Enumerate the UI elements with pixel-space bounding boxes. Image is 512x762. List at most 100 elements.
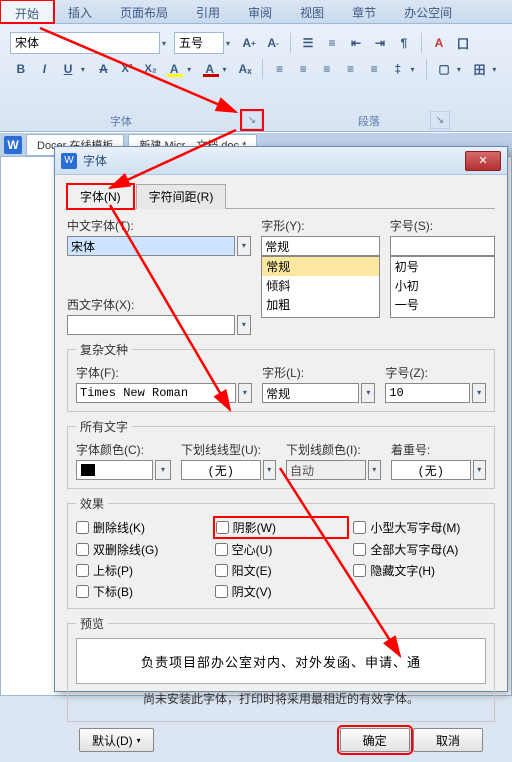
chevron-down-icon[interactable]: ▾ — [361, 383, 375, 403]
underline-combo[interactable] — [181, 460, 261, 480]
chevron-down-icon[interactable]: ▾ — [492, 65, 502, 74]
dialog-titlebar[interactable]: W 字体 ✕ — [55, 147, 507, 175]
west-font-combo[interactable] — [67, 315, 235, 335]
cancel-button[interactable]: 取消 — [413, 728, 483, 752]
align-justify-button[interactable]: ≡ — [340, 58, 362, 80]
color-label: 字体颜色(C): — [76, 441, 171, 458]
chk-shadow[interactable]: 阴影(W) — [215, 518, 348, 537]
word-icon: W — [61, 153, 77, 169]
line-spacing-button[interactable]: ‡ — [387, 58, 409, 80]
chevron-down-icon[interactable]: ▾ — [155, 460, 171, 480]
para-dialog-launcher[interactable]: ↘ — [430, 111, 450, 129]
align-dist-button[interactable]: ≡ — [363, 58, 385, 80]
complex-legend: 复杂文种 — [76, 341, 132, 358]
chevron-down-icon[interactable]: ▾ — [473, 460, 487, 480]
ok-button[interactable]: 确定 — [340, 728, 410, 752]
tab-insert[interactable]: 插入 — [54, 0, 106, 23]
cn-font-combo[interactable] — [67, 236, 235, 256]
super-button[interactable]: X² — [116, 58, 138, 80]
dlg-tab-font[interactable]: 字体(N) — [67, 184, 134, 209]
dialog-title: 字体 — [83, 152, 465, 169]
tab-review[interactable]: 审阅 — [234, 0, 286, 23]
chevron-down-icon[interactable]: ▾ — [162, 39, 172, 48]
chevron-down-icon[interactable]: ▾ — [237, 236, 252, 256]
default-button[interactable]: 默认(D)▾ — [79, 728, 154, 752]
tab-view[interactable]: 视图 — [286, 0, 338, 23]
tab-office[interactable]: 办公空间 — [390, 0, 466, 23]
tab-layout[interactable]: 页面布局 — [106, 0, 182, 23]
align-left-button[interactable]: ≡ — [269, 58, 291, 80]
chevron-down-icon[interactable]: ▾ — [226, 39, 236, 48]
preview-legend: 预览 — [76, 615, 108, 632]
emphasis-label: 着重号: — [391, 441, 486, 458]
align-center-button[interactable]: ≡ — [292, 58, 314, 80]
chevron-down-icon[interactable]: ▾ — [411, 65, 421, 74]
style-b-button[interactable]: 囗 — [452, 32, 474, 54]
indent-dec-button[interactable]: ⇤ — [345, 32, 367, 54]
chevron-down-icon[interactable]: ▾ — [457, 65, 467, 74]
bullets-button[interactable]: ☰ — [297, 32, 319, 54]
style-a-button[interactable]: A — [428, 32, 450, 54]
chevron-down-icon[interactable]: ▾ — [472, 383, 486, 403]
close-button[interactable]: ✕ — [465, 151, 501, 171]
chk-emboss[interactable]: 阳文(E) — [215, 562, 348, 579]
style-list[interactable]: 常规 倾斜 加粗 — [261, 256, 379, 318]
chevron-down-icon[interactable]: ▾ — [238, 383, 253, 403]
c-size-combo[interactable] — [385, 383, 470, 403]
chk-hollow[interactable]: 空心(U) — [215, 541, 348, 558]
preview-box: 负责项目部办公室对内、对外发函、申请、通 — [76, 638, 486, 684]
underline-button[interactable]: U — [57, 58, 79, 80]
highlight-button[interactable]: A — [163, 58, 185, 80]
chevron-down-icon[interactable]: ▾ — [81, 65, 91, 74]
chk-super[interactable]: 上标(P) — [76, 562, 209, 579]
cn-font-label: 中文字体(T): — [67, 217, 251, 234]
tab-chapter[interactable]: 章节 — [338, 0, 390, 23]
chevron-down-icon[interactable]: ▾ — [222, 65, 232, 74]
chk-allcaps[interactable]: 全部大写字母(A) — [353, 541, 486, 558]
font-dialog-launcher[interactable]: ↘ — [242, 111, 262, 129]
tab-ref[interactable]: 引用 — [182, 0, 234, 23]
bold-button[interactable]: B — [10, 58, 32, 80]
clear-format-button[interactable]: Aₓ — [234, 58, 256, 80]
para-button[interactable]: ¶ — [393, 32, 415, 54]
emphasis-combo[interactable] — [391, 460, 471, 480]
shrink-font-button[interactable]: A- — [262, 32, 284, 54]
chevron-down-icon[interactable]: ▾ — [237, 315, 252, 335]
font-color-button[interactable]: A — [199, 58, 221, 80]
tab-start[interactable]: 开始 — [0, 0, 54, 23]
size-label: 字号(S): — [390, 217, 495, 234]
ribbon: 宋体 ▾ 五号 ▾ A+ A- ☰ ≡ ⇤ ⇥ ¶ A 囗 B I U▾ A X… — [0, 24, 512, 132]
shading-button[interactable]: ▢ — [433, 58, 455, 80]
size-input[interactable] — [390, 236, 495, 256]
font-name-combo[interactable]: 宋体 — [10, 32, 160, 54]
style-label: 字形(Y): — [261, 217, 379, 234]
numbering-button[interactable]: ≡ — [321, 32, 343, 54]
c-style-combo[interactable] — [262, 383, 359, 403]
font-size-combo[interactable]: 五号 — [174, 32, 224, 54]
sub-button[interactable]: X₂ — [140, 58, 162, 80]
chk-engrave[interactable]: 阴文(V) — [215, 583, 348, 600]
size-list[interactable]: 初号 小初 一号 — [390, 256, 495, 318]
grow-font-button[interactable]: A+ — [238, 32, 260, 54]
west-font-label: 西文字体(X): — [67, 296, 251, 313]
chk-sub[interactable]: 下标(B) — [76, 583, 209, 600]
effects-legend: 效果 — [76, 495, 108, 512]
indent-inc-button[interactable]: ⇥ — [369, 32, 391, 54]
chk-smallcaps[interactable]: 小型大写字母(M) — [353, 518, 486, 537]
chevron-down-icon[interactable]: ▾ — [263, 460, 277, 480]
italic-button[interactable]: I — [34, 58, 56, 80]
app-icon[interactable]: W — [4, 136, 22, 154]
c-font-label: 字体(F): — [76, 364, 252, 381]
chevron-down-icon[interactable]: ▾ — [187, 65, 197, 74]
group-para-label: 段落 — [358, 113, 380, 129]
borders-button[interactable]: 田 — [469, 58, 491, 80]
style-input[interactable] — [261, 236, 379, 256]
chk-dstrike[interactable]: 双删除线(G) — [76, 541, 209, 558]
strike-button[interactable]: A — [93, 58, 115, 80]
dlg-tab-spacing[interactable]: 字符间距(R) — [136, 184, 227, 209]
chk-strike[interactable]: 删除线(K) — [76, 518, 209, 537]
c-style-label: 字形(L): — [262, 364, 375, 381]
c-font-combo[interactable] — [76, 383, 236, 403]
chk-hidden[interactable]: 隐藏文字(H) — [353, 562, 486, 579]
align-right-button[interactable]: ≡ — [316, 58, 338, 80]
